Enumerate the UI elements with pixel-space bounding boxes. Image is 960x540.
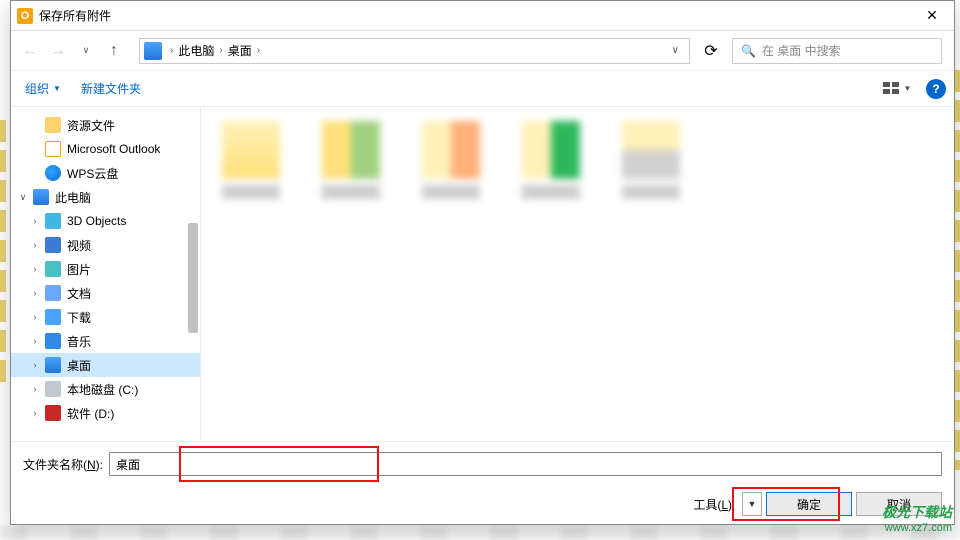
sidebar-item-label: 视频 xyxy=(67,237,91,254)
chevron-right-icon[interactable]: › xyxy=(217,45,224,56)
view-mode-button[interactable]: ▼ xyxy=(882,77,912,101)
address-dropdown-icon[interactable]: ∨ xyxy=(666,45,685,56)
sidebar-item-label: 桌面 xyxy=(67,357,91,374)
search-input[interactable]: 🔍 在 桌面 中搜索 xyxy=(732,38,942,64)
folder-name-input[interactable] xyxy=(109,452,942,476)
sidebar: 资源文件 Microsoft Outlook WPS云盘 ∨ 此电脑 › 3D Object… xyxy=(11,107,201,441)
cancel-button[interactable]: 取消 xyxy=(856,492,942,516)
outlook-icon: O xyxy=(17,8,33,24)
3d-icon xyxy=(45,213,61,229)
help-button[interactable]: ? xyxy=(926,79,946,99)
tools-button[interactable]: 工具(L) xyxy=(687,494,738,515)
forward-button[interactable]: → xyxy=(45,38,71,64)
sidebar-item[interactable]: WPS云盘 xyxy=(11,161,200,185)
expand-icon[interactable]: › xyxy=(29,240,41,250)
sidebar-item[interactable]: › 音乐 xyxy=(11,329,200,353)
sidebar-item-label: WPS云盘 xyxy=(67,165,118,182)
docs-icon xyxy=(45,285,61,301)
titlebar: O 保存所有附件 ✕ xyxy=(11,1,954,31)
dialog-title: 保存所有附件 xyxy=(39,7,910,24)
sidebar-item-label: 文档 xyxy=(67,285,91,302)
sidebar-item-label: 软件 (D:) xyxy=(67,405,114,422)
disk-icon xyxy=(45,381,61,397)
folder-tile[interactable] xyxy=(315,121,387,199)
address-bar[interactable]: › 此电脑 › 桌面 › ∨ xyxy=(139,38,690,64)
tools-dropdown-icon[interactable]: ▼ xyxy=(742,492,762,516)
search-icon: 🔍 xyxy=(741,44,756,58)
sidebar-item-label: 此电脑 xyxy=(55,189,91,206)
expand-icon[interactable]: ∨ xyxy=(17,192,29,203)
sidebar-item[interactable]: 资源文件 xyxy=(11,113,200,137)
navbar: ← → ∨ ↑ › 此电脑 › 桌面 › ∨ ⟳ 🔍 在 桌面 中搜索 xyxy=(11,31,954,71)
sidebar-item[interactable]: › 软件 (D:) xyxy=(11,401,200,425)
chevron-down-icon: ▼ xyxy=(53,84,61,93)
sidebar-item[interactable]: › 桌面 xyxy=(11,353,200,377)
sidebar-item[interactable]: › 视频 xyxy=(11,233,200,257)
expand-icon[interactable]: › xyxy=(29,384,41,394)
main-area: 资源文件 Microsoft Outlook WPS云盘 ∨ 此电脑 › 3D Object… xyxy=(11,107,954,441)
organize-button[interactable]: 组织 ▼ xyxy=(25,80,61,97)
save-dialog: O 保存所有附件 ✕ ← → ∨ ↑ › 此电脑 › 桌面 › ∨ ⟳ 🔍 在 … xyxy=(10,0,955,525)
music-icon xyxy=(45,333,61,349)
expand-icon[interactable]: › xyxy=(29,336,41,346)
button-row: 工具(L) ▼ 确定 取消 xyxy=(23,492,942,516)
expand-icon[interactable]: › xyxy=(29,360,41,370)
expand-icon[interactable]: › xyxy=(29,288,41,298)
chevron-down-icon: ▼ xyxy=(904,84,912,93)
pics-icon xyxy=(45,261,61,277)
sidebar-item[interactable]: Microsoft Outlook xyxy=(11,137,200,161)
new-folder-button[interactable]: 新建文件夹 xyxy=(81,80,141,97)
scrollbar[interactable] xyxy=(188,223,198,333)
sidebar-item-label: 3D Objects xyxy=(67,214,126,228)
sidebar-item-label: 下载 xyxy=(67,309,91,326)
sidebar-item[interactable]: › 本地磁盘 (C:) xyxy=(11,377,200,401)
recent-dropdown-icon[interactable]: ∨ xyxy=(73,38,99,64)
down-icon xyxy=(45,309,61,325)
folder-tile[interactable] xyxy=(515,121,587,199)
chevron-right-icon[interactable]: › xyxy=(255,45,262,56)
video-icon xyxy=(45,237,61,253)
sidebar-item-label: 资源文件 xyxy=(67,117,115,134)
breadcrumb-desktop[interactable]: 桌面 xyxy=(225,42,255,59)
search-placeholder: 在 桌面 中搜索 xyxy=(762,42,841,59)
expand-icon[interactable]: › xyxy=(29,216,41,226)
toolbar: 组织 ▼ 新建文件夹 ▼ ? xyxy=(11,71,954,107)
sidebar-item[interactable]: › 图片 xyxy=(11,257,200,281)
sidebar-item[interactable]: › 文档 xyxy=(11,281,200,305)
sidebar-item-label: 音乐 xyxy=(67,333,91,350)
sidebar-item[interactable]: ∨ 此电脑 xyxy=(11,185,200,209)
pc-icon xyxy=(33,189,49,205)
expand-icon[interactable]: › xyxy=(29,264,41,274)
sidebar-item-label: 图片 xyxy=(67,261,91,278)
chevron-right-icon[interactable]: › xyxy=(168,45,175,56)
ok-button[interactable]: 确定 xyxy=(766,492,852,516)
folder-icon xyxy=(45,117,61,133)
refresh-button[interactable]: ⟳ xyxy=(698,38,724,64)
folder-tile[interactable] xyxy=(615,121,687,199)
folder-tile[interactable] xyxy=(415,121,487,199)
file-grid[interactable] xyxy=(201,107,954,441)
outlook-icon xyxy=(45,141,61,157)
desk-icon xyxy=(45,357,61,373)
sidebar-item-label: Microsoft Outlook xyxy=(67,142,160,156)
wps-icon xyxy=(45,165,61,181)
folder-name-row: 文件夹名称(N): xyxy=(23,452,942,476)
sidebar-item-label: 本地磁盘 (C:) xyxy=(67,381,138,398)
up-button[interactable]: ↑ xyxy=(101,38,127,64)
pc-icon xyxy=(144,42,162,60)
folder-tile[interactable] xyxy=(215,121,287,199)
soft-icon xyxy=(45,405,61,421)
expand-icon[interactable]: › xyxy=(29,408,41,418)
back-button[interactable]: ← xyxy=(17,38,43,64)
sidebar-item[interactable]: › 下载 xyxy=(11,305,200,329)
sidebar-item[interactable]: › 3D Objects xyxy=(11,209,200,233)
breadcrumb-pc[interactable]: 此电脑 xyxy=(175,42,217,59)
folder-name-label: 文件夹名称(N): xyxy=(23,456,103,473)
close-button[interactable]: ✕ xyxy=(910,1,954,31)
expand-icon[interactable]: › xyxy=(29,312,41,322)
footer: 文件夹名称(N): 工具(L) ▼ 确定 取消 xyxy=(11,441,954,524)
